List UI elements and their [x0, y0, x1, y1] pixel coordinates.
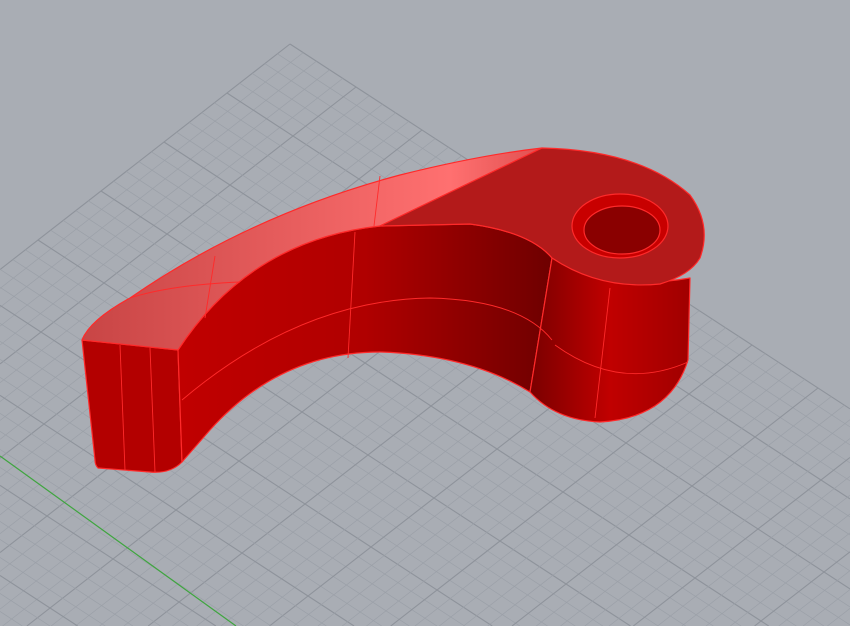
3d-perspective-viewport[interactable]	[0, 0, 850, 626]
grid-line	[0, 467, 244, 626]
grid-line	[730, 532, 850, 626]
grid-line	[0, 449, 272, 626]
grid-line	[584, 419, 850, 626]
grid-line	[657, 476, 850, 626]
grid-line	[827, 608, 850, 626]
hole-inner	[583, 205, 661, 255]
viewport-canvas[interactable]	[0, 0, 850, 626]
end-face	[81, 339, 183, 473]
grid-line	[705, 513, 850, 626]
grid-line	[608, 438, 850, 626]
grid-line	[487, 379, 806, 626]
grid-line	[0, 539, 134, 626]
grid-line	[754, 551, 850, 626]
grid-line	[560, 404, 845, 626]
grid-line	[0, 593, 51, 626]
red-lever-model[interactable]	[81, 147, 705, 473]
